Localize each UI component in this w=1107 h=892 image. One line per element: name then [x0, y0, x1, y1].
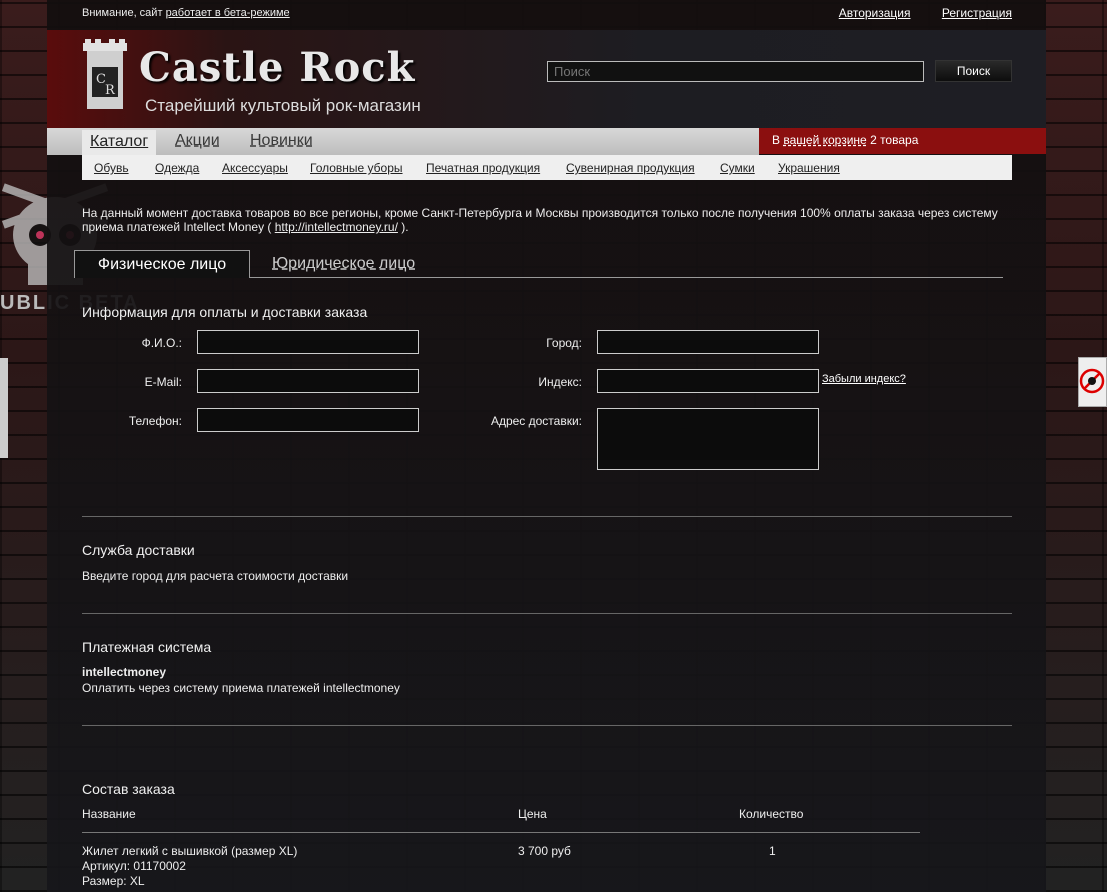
section-divider — [82, 613, 1012, 614]
email-field[interactable] — [197, 369, 419, 393]
subnav-item-jewelry[interactable]: Украшения — [778, 161, 840, 175]
table-header-divider — [82, 832, 920, 833]
cart-link[interactable]: вашей корзине — [783, 133, 866, 147]
forgot-index-link[interactable]: Забыли индекс? — [822, 373, 906, 385]
city-label: Город: — [546, 336, 582, 350]
col-name-header: Название — [82, 807, 136, 821]
delivery-notice: На данный момент доставка товаров во все… — [82, 206, 1002, 234]
item-size: Размер: XL — [82, 874, 145, 888]
intellectmoney-link[interactable]: http://intellectmoney.ru/ — [275, 220, 398, 234]
svg-text:R: R — [105, 83, 116, 98]
subnav-item-accessories[interactable]: Аксессуары — [222, 161, 288, 175]
cart-summary: В вашей корзине 2 товара — [759, 128, 1046, 154]
subnav-item-clothes[interactable]: Одежда — [155, 161, 199, 175]
phone-label: Телефон: — [128, 414, 182, 428]
beta-notice-link[interactable]: работает в бета-режиме — [166, 7, 290, 19]
tab-catalog[interactable]: Каталог — [82, 130, 157, 155]
item-price: 3 700 руб — [518, 844, 571, 858]
beta-notice-text: Внимание, сайт — [82, 7, 163, 19]
section-divider — [82, 516, 1012, 517]
no-bug-icon — [1079, 368, 1105, 394]
side-widget[interactable] — [1078, 357, 1107, 407]
tab-legal-entity[interactable]: Юридическое лицо — [272, 255, 415, 273]
subnav-item-souvenirs[interactable]: Сувенирная продукция — [566, 161, 695, 175]
form-title: Информация для оплаты и доставки заказа — [82, 304, 368, 320]
col-qty-header: Количество — [739, 807, 804, 821]
main-nav: Каталог Акции Новинки — [47, 128, 759, 155]
cart-prefix: В — [772, 133, 781, 147]
subnav-item-headwear[interactable]: Головные уборы — [310, 161, 403, 175]
delivery-title: Служба доставки — [82, 542, 195, 558]
left-side-tab[interactable] — [0, 358, 8, 458]
city-field[interactable] — [597, 330, 819, 354]
order-title: Состав заказа — [82, 781, 175, 797]
search-button[interactable]: Поиск — [935, 60, 1012, 82]
subnav-item-bags[interactable]: Сумки — [720, 161, 755, 175]
address-label: Адрес доставки: — [490, 414, 582, 428]
site-header: C R Castle Rock Старейший культовый рок-… — [47, 30, 1046, 128]
site-logo-title[interactable]: Castle Rock — [139, 44, 415, 91]
login-link[interactable]: Авторизация — [839, 6, 911, 20]
cart-count: 2 товара — [870, 133, 919, 147]
index-field[interactable] — [597, 369, 819, 393]
email-label: E-Mail: — [144, 375, 182, 389]
search-input[interactable] — [547, 61, 924, 82]
section-divider — [82, 725, 1012, 726]
page-container: Внимание, сайт работает в бета-режиме Ав… — [47, 0, 1046, 892]
tabs-divider — [249, 277, 1003, 278]
item-article: Артикул: 01170002 — [82, 859, 186, 873]
delivery-notice-text: На данный момент доставка товаров во все… — [82, 206, 998, 234]
castle-logo-icon[interactable]: C R — [81, 39, 129, 111]
item-name: Жилет легкий с вышивкой (размер XL) — [82, 844, 298, 858]
fio-field[interactable] — [197, 330, 419, 354]
payment-description: Оплатить через систему приема платежей i… — [82, 681, 400, 695]
tab-physical-person[interactable]: Физическое лицо — [74, 250, 250, 278]
register-link[interactable]: Регистрация — [942, 6, 1012, 20]
tab-promotions[interactable]: Акции — [175, 132, 220, 150]
auth-links: Авторизация Регистрация — [811, 6, 1012, 20]
tab-new[interactable]: Новинки — [250, 132, 313, 150]
subnav-item-printed[interactable]: Печатная продукция — [426, 161, 540, 175]
beta-notice: Внимание, сайт работает в бета-режиме — [82, 7, 290, 19]
index-label: Индекс: — [538, 375, 582, 389]
payment-title: Платежная система — [82, 639, 212, 655]
subnav-item-shoes[interactable]: Обувь — [94, 161, 129, 175]
address-field[interactable] — [597, 408, 819, 470]
payment-method[interactable]: intellectmoney — [82, 665, 166, 679]
item-qty: 1 — [769, 844, 776, 858]
delivery-notice-end: ). — [401, 220, 409, 234]
fio-label: Ф.И.О.: — [141, 336, 182, 350]
phone-field[interactable] — [197, 408, 419, 432]
category-subnav: Обувь Одежда Аксессуары Головные уборы П… — [82, 155, 1012, 180]
col-price-header: Цена — [518, 807, 547, 821]
site-logo-subtitle: Старейший культовый рок-магазин — [145, 96, 421, 115]
delivery-hint: Введите город для расчета стоимости дост… — [82, 569, 349, 583]
